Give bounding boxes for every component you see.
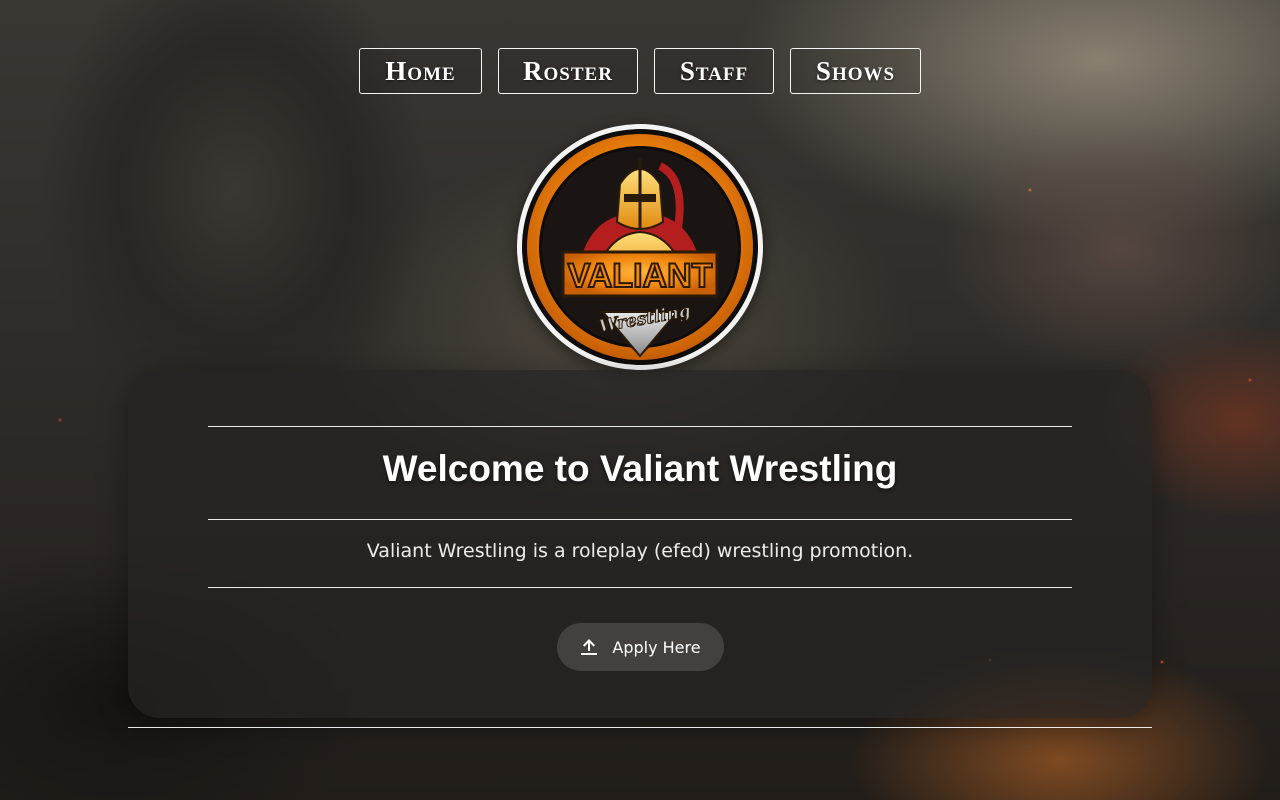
apply-here-label: Apply Here [612, 637, 701, 657]
main-nav: Home Roster Staff Shows [0, 48, 1280, 94]
apply-here-button[interactable]: Apply Here [557, 623, 724, 671]
logo-emblem-icon: VALIANT Wrestling [522, 129, 758, 365]
valiant-wrestling-logo: VALIANT Wrestling [517, 124, 763, 370]
page-title: Welcome to Valiant Wrestling [382, 448, 898, 489]
divider [208, 519, 1072, 520]
upload-icon [578, 636, 600, 658]
nav-home-button[interactable]: Home [359, 48, 482, 94]
nav-shows-button[interactable]: Shows [790, 48, 921, 94]
divider [208, 426, 1072, 427]
welcome-card: Welcome to Valiant Wrestling Valiant Wre… [128, 370, 1152, 718]
nav-staff-button[interactable]: Staff [654, 48, 774, 94]
divider [208, 587, 1072, 588]
nav-roster-button[interactable]: Roster [498, 48, 638, 94]
promotion-description: Valiant Wrestling is a roleplay (efed) w… [366, 540, 914, 562]
logo-text: VALIANT [568, 257, 713, 295]
footer-divider [128, 727, 1152, 728]
